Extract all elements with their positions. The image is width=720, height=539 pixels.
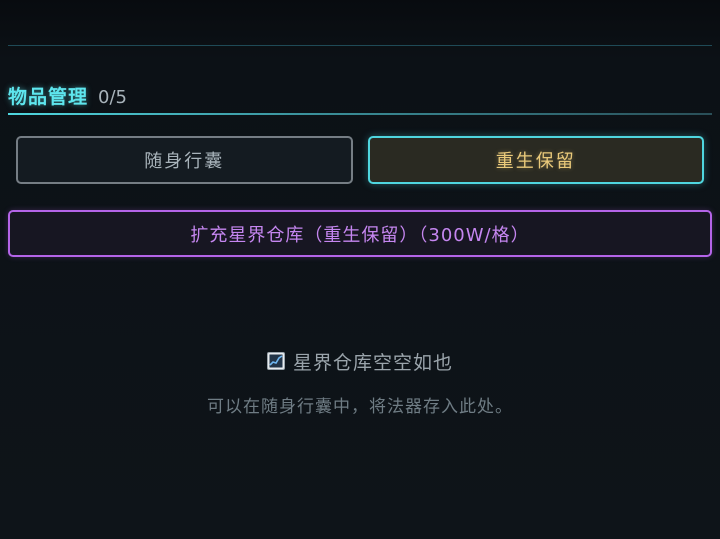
empty-hint: 可以在随身行囊中，将法器存入此处。 (207, 397, 513, 417)
section-header: 物品管理 0/5 (8, 82, 127, 108)
tab-rebirth-keep[interactable]: 重生保留 (367, 136, 704, 184)
chart-icon (266, 352, 285, 370)
expand-storage-button[interactable]: 扩充星界仓库（重生保留）（300W/格） (8, 210, 712, 257)
storage-panel: 物品管理 0/5 随身行囊 重生保留 扩充星界仓库（重生保留）（300W/格） … (0, 0, 720, 539)
empty-state: 星界仓库空空如也 可以在随身行囊中，将法器存入此处。 (0, 346, 720, 418)
section-underline (8, 113, 712, 115)
top-divider (8, 45, 712, 46)
empty-title-row: 星界仓库空空如也 (0, 346, 720, 376)
tab-carry-bag[interactable]: 随身行囊 (16, 136, 353, 184)
item-count: 0/5 (98, 87, 127, 108)
tab-bar: 随身行囊 重生保留 (16, 136, 704, 184)
section-title: 物品管理 (8, 86, 89, 108)
empty-title: 星界仓库空空如也 (292, 351, 453, 374)
